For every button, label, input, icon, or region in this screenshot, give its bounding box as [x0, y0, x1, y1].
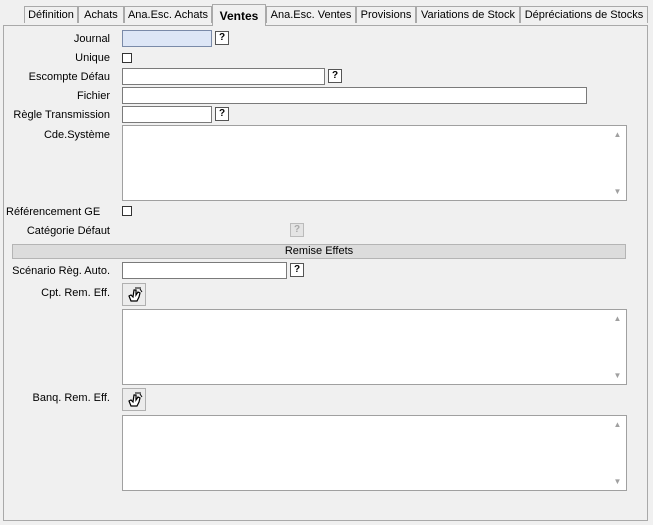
- hand-pointer-icon: [128, 287, 143, 302]
- fichier-label: Fichier: [76, 90, 110, 102]
- cpt-rem-eff-list[interactable]: ▲ ▼: [122, 309, 627, 385]
- tab-bar: Définition Achats Ana.Esc. Achats Ventes…: [0, 0, 653, 26]
- cpt-rem-eff-label: Cpt. Rem. Eff.: [41, 287, 110, 299]
- scenario-reg-auto-field[interactable]: [122, 262, 287, 279]
- scroll-up-icon[interactable]: ▲: [610, 417, 625, 432]
- referencement-ge-checkbox[interactable]: [122, 206, 132, 216]
- scroll-down-icon[interactable]: ▼: [610, 474, 625, 489]
- scroll-down-icon[interactable]: ▼: [610, 184, 625, 199]
- tab-depreciations-de-stocks[interactable]: Dépréciations de Stocks: [520, 6, 648, 23]
- fichier-field[interactable]: [122, 87, 587, 104]
- cpt-rem-eff-picker-button[interactable]: [122, 283, 146, 306]
- scroll-down-icon[interactable]: ▼: [610, 368, 625, 383]
- tab-ventes[interactable]: Ventes: [212, 4, 266, 26]
- journal-help-button[interactable]: ?: [215, 31, 229, 45]
- journal-label: Journal: [73, 33, 110, 45]
- cde-systeme-label: Cde.Système: [43, 129, 110, 141]
- scenario-reg-auto-label: Scénario Règ. Auto.: [12, 265, 110, 277]
- journal-field[interactable]: [122, 30, 212, 47]
- remise-effets-section-header: Remise Effets: [12, 244, 626, 259]
- regle-transmission-field[interactable]: [122, 106, 212, 123]
- escompte-help-button[interactable]: ?: [328, 69, 342, 83]
- regle-transmission-help-button[interactable]: ?: [215, 107, 229, 121]
- categorie-defaut-label: Catégorie Défaut: [26, 225, 110, 237]
- tab-achats[interactable]: Achats: [78, 6, 124, 23]
- scroll-up-icon[interactable]: ▲: [610, 127, 625, 142]
- unique-checkbox[interactable]: [122, 53, 132, 63]
- unique-label: Unique: [75, 52, 110, 64]
- cpt-rem-eff-scrollbar[interactable]: ▲ ▼: [610, 311, 625, 383]
- scroll-up-icon[interactable]: ▲: [610, 311, 625, 326]
- tab-ana-esc-ventes[interactable]: Ana.Esc. Ventes: [266, 6, 356, 23]
- tab-definition[interactable]: Définition: [24, 6, 78, 23]
- referencement-ge-label: Référencement GE: [6, 206, 101, 218]
- banq-rem-eff-picker-button[interactable]: [122, 388, 146, 411]
- cde-systeme-scrollbar[interactable]: ▲ ▼: [610, 127, 625, 199]
- hand-pointer-icon: [128, 392, 143, 407]
- scenario-reg-auto-help-button[interactable]: ?: [290, 263, 304, 277]
- escompte-label: Escompte Défau: [28, 71, 110, 83]
- banq-rem-eff-label: Banq. Rem. Eff.: [32, 392, 110, 404]
- cde-systeme-memo[interactable]: ▲ ▼: [122, 125, 627, 201]
- tab-ana-esc-achats[interactable]: Ana.Esc. Achats: [124, 6, 212, 23]
- tab-variations-de-stock[interactable]: Variations de Stock: [416, 6, 520, 23]
- regle-transmission-label: Règle Transmission: [13, 109, 110, 121]
- banq-rem-eff-list[interactable]: ▲ ▼: [122, 415, 627, 491]
- banq-rem-eff-scrollbar[interactable]: ▲ ▼: [610, 417, 625, 489]
- tab-provisions[interactable]: Provisions: [356, 6, 416, 23]
- categorie-defaut-help-button: ?: [290, 223, 304, 237]
- escompte-field[interactable]: [122, 68, 325, 85]
